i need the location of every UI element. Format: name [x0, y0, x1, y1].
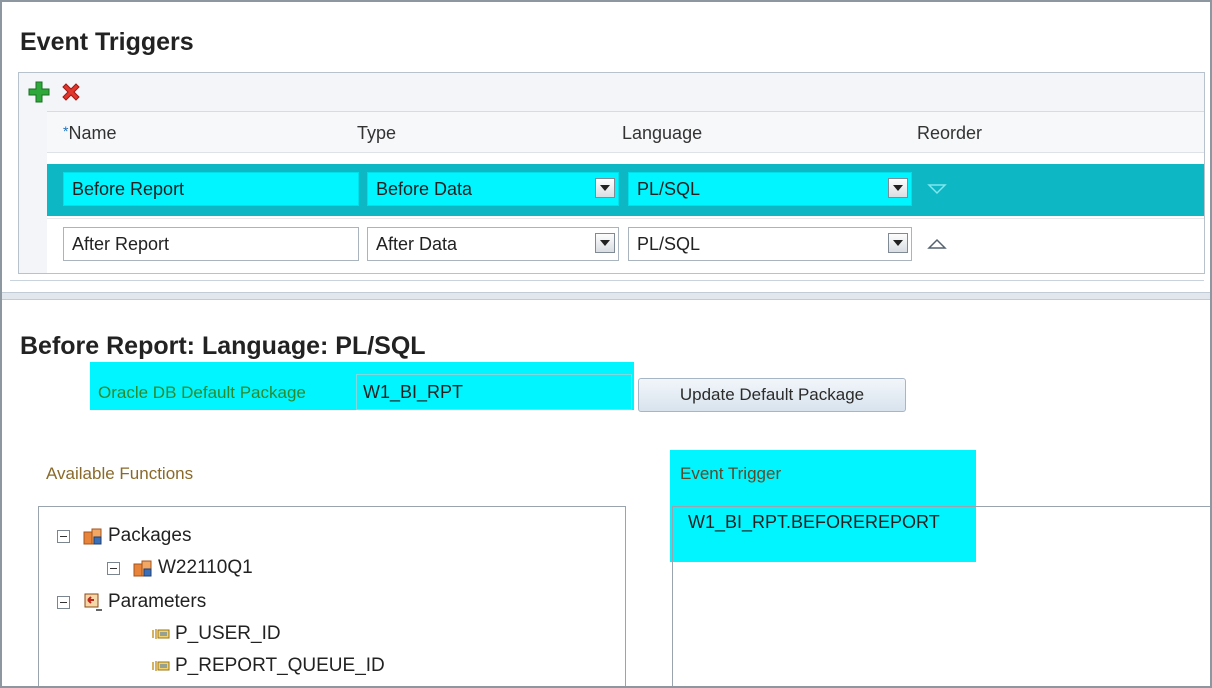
panel-splitter[interactable]: [2, 292, 1210, 300]
collapse-toggle-icon[interactable]: [57, 529, 70, 543]
package-label: Oracle DB Default Package: [98, 383, 306, 402]
trigger-type-select[interactable]: After Data: [367, 227, 619, 261]
plus-icon[interactable]: [25, 78, 53, 106]
tree-node-parameters[interactable]: Parameters: [57, 589, 206, 615]
parameters-icon: [82, 591, 104, 613]
grid-header: *Name Type Language Reorder: [47, 112, 1204, 153]
trigger-language-select[interactable]: PL/SQL: [628, 172, 912, 206]
available-functions-tree: Packages W22110Q1 Parameters P_USER_ID P…: [38, 506, 626, 686]
column-header-reorder: Reorder: [917, 123, 983, 143]
trigger-row-after-report[interactable]: After Data PL/SQL: [47, 218, 1204, 271]
triggers-grid: *Name Type Language Reorder Before Data …: [47, 111, 1204, 273]
tree-node-parameter-p-user-id[interactable]: P_USER_ID: [149, 621, 281, 647]
detail-title: Before Report: Language: PL/SQL: [20, 332, 426, 360]
collapse-toggle-icon[interactable]: [57, 595, 70, 609]
trigger-name-input[interactable]: [63, 172, 359, 206]
package-icon: [132, 557, 154, 579]
column-header-name: *Name: [63, 123, 117, 143]
event-trigger-value[interactable]: W1_BI_RPT.BEFOREREPORT: [688, 512, 940, 533]
dropdown-arrow-icon[interactable]: [888, 233, 908, 253]
triggers-toolbar: [19, 73, 1204, 111]
parameter-icon: [149, 623, 171, 645]
dropdown-arrow-icon[interactable]: [595, 233, 615, 253]
trigger-row-before-report[interactable]: Before Data PL/SQL: [47, 164, 1204, 216]
package-icon: [82, 525, 104, 547]
app-frame: Event Triggers *Name Type Language Reord…: [0, 0, 1212, 688]
trigger-type-select[interactable]: Before Data: [367, 172, 619, 206]
update-default-package-button[interactable]: Update Default Package: [638, 378, 906, 412]
trigger-name-input[interactable]: [63, 227, 359, 261]
section-title: Event Triggers: [20, 28, 194, 56]
delete-x-icon[interactable]: [57, 78, 85, 106]
tree-node-packages[interactable]: Packages: [57, 523, 191, 549]
tree-node-parameter-p-report-queue-id[interactable]: P_REPORT_QUEUE_ID: [149, 653, 385, 679]
event-trigger-label: Event Trigger: [680, 464, 782, 483]
column-header-language: Language: [622, 123, 703, 143]
move-down-icon[interactable]: [927, 181, 947, 197]
tree-node-package-w22110q1[interactable]: W22110Q1: [107, 555, 253, 581]
parameter-icon: [149, 655, 171, 677]
dropdown-arrow-icon[interactable]: [888, 178, 908, 198]
available-functions-label: Available Functions: [46, 464, 194, 483]
collapse-toggle-icon[interactable]: [107, 561, 120, 575]
event-triggers-panel: Event Triggers *Name Type Language Reord…: [10, 10, 1205, 281]
trigger-language-select[interactable]: PL/SQL: [628, 227, 912, 261]
event-trigger-editor[interactable]: [672, 506, 1210, 686]
default-package-input[interactable]: [356, 374, 632, 410]
move-up-icon[interactable]: [927, 236, 947, 252]
triggers-table: *Name Type Language Reorder Before Data …: [18, 72, 1205, 274]
column-header-type: Type: [357, 123, 397, 143]
dropdown-arrow-icon[interactable]: [595, 178, 615, 198]
